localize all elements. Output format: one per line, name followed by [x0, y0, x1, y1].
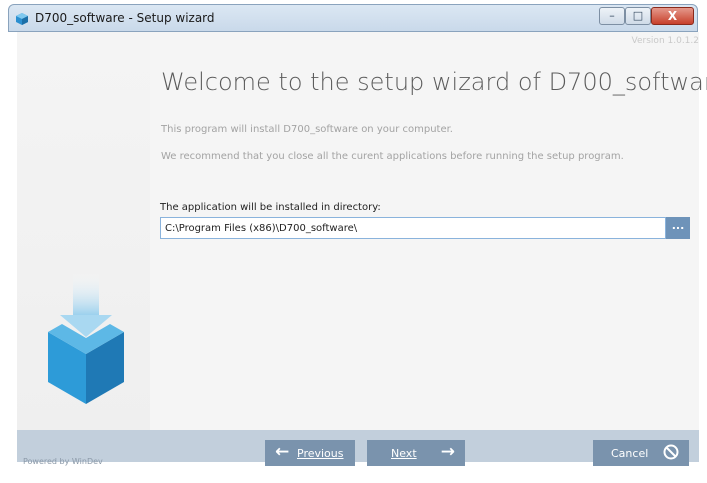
install-directory-input[interactable] [160, 217, 666, 239]
cancel-button[interactable]: Cancel [593, 440, 689, 466]
window-title: D700_software - Setup wizard [35, 11, 215, 25]
arrow-right-icon: → [440, 442, 455, 462]
recommendation-text: We recommend that you close all the cure… [161, 151, 624, 162]
app-icon [16, 13, 28, 25]
no-entry-icon [663, 444, 679, 460]
close-button[interactable]: X [651, 7, 694, 25]
previous-button-label: Previous [297, 447, 344, 460]
maximize-icon: □ [632, 9, 644, 22]
intro-text: This program will install D700_software … [161, 124, 453, 135]
browse-button[interactable]: ... [666, 217, 690, 239]
cancel-button-label: Cancel [611, 447, 649, 460]
minimize-icon: – [609, 9, 615, 22]
minimize-button[interactable]: – [599, 7, 625, 25]
next-button[interactable]: Next → [367, 440, 465, 466]
wizard-content: Version 1.0.1.2 Welcome to the setup wiz… [150, 32, 707, 430]
powered-by-label: Powered by WinDev [23, 457, 103, 466]
wizard-footer: Powered by WinDev ← Previous Next → Canc… [17, 430, 699, 466]
left-illustration-panel [17, 32, 150, 430]
maximize-button[interactable]: □ [625, 7, 651, 25]
arrow-left-icon: ← [275, 442, 290, 462]
title-bar[interactable]: D700_software - Setup wizard – □ X [8, 4, 698, 32]
setup-wizard-window: D700_software - Setup wizard – □ X Versi… [0, 0, 707, 483]
page-title: Welcome to the setup wizard of D700_soft… [161, 68, 707, 96]
version-label: Version 1.0.1.2 [631, 36, 699, 46]
previous-button[interactable]: ← Previous [265, 440, 355, 466]
close-icon: X [667, 9, 678, 23]
wizard-client-area: Version 1.0.1.2 Welcome to the setup wiz… [17, 32, 707, 466]
box-download-illustration [48, 272, 124, 404]
directory-label: The application will be installed in dir… [160, 202, 381, 213]
next-button-label: Next [391, 447, 417, 460]
